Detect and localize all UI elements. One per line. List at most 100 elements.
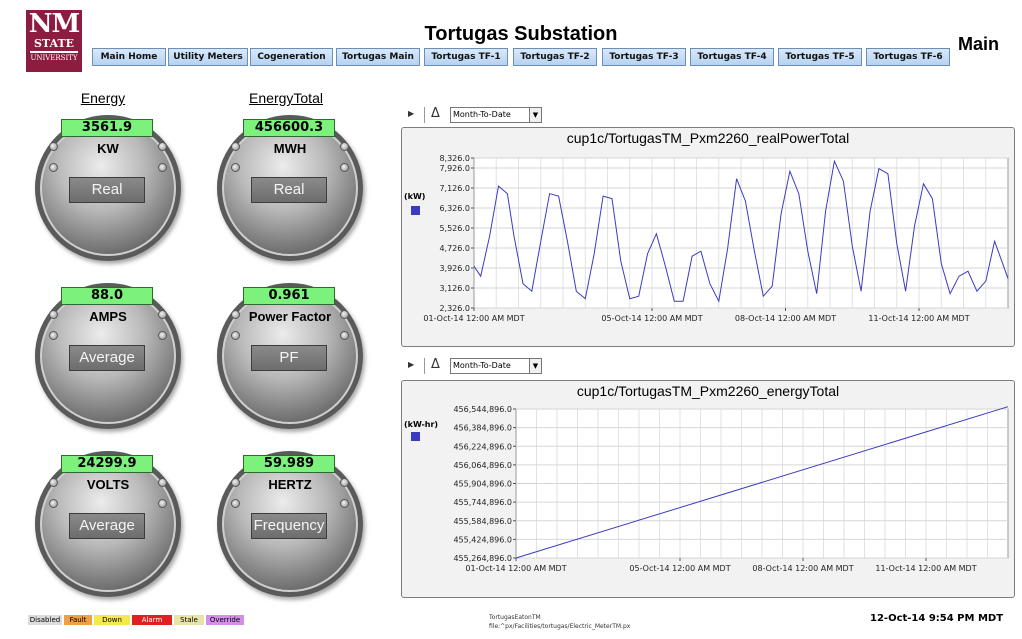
meter-readout: 0.961 [243,287,335,305]
meter-plate: Frequency [251,513,327,539]
y-tick-label: 7,126.0 [439,184,470,193]
x-tick-label: 08-Oct-14 12:00 AM MDT [735,314,836,323]
energy-total-column-heading: EnergyTotal [249,90,323,106]
x-tick-label: 05-Oct-14 12:00 AM MDT [601,314,702,323]
y-tick-label: 3,126.0 [439,284,470,293]
meter-readout: 24299.9 [61,455,153,473]
screw-icon [158,163,167,172]
y-tick-label: 455,424,896.0 [453,535,512,544]
real-power-plot: 2,326.0 3,126.0 3,926.0 4,726.0 5,526.0 6,326… [423,154,1009,323]
page-title: Tortugas Substation [424,23,618,45]
y-tick-label: 456,384,896.0 [453,424,512,433]
play-icon[interactable]: ▶ [408,109,414,118]
chevron-down-icon[interactable]: ▼ [529,359,541,373]
screw-icon [231,310,240,319]
screw-icon [49,499,58,508]
screw-icon [49,331,58,340]
y-tick-label: 456,224,896.0 [453,442,512,451]
status-disabled: Disabled [28,615,62,625]
nav-tortugas-tf5[interactable]: Tortugas TF-5 [778,48,862,66]
y-tick-label: 455,744,896.0 [453,498,512,507]
chart2-range-value: Month-To-Date [453,361,511,370]
timestamp: 12-Oct-14 9:54 PM MDT [870,613,1004,624]
status-down: Down [94,615,130,625]
screw-icon [231,331,240,340]
screw-icon [231,478,240,487]
screw-icon [231,163,240,172]
footer-file-path: file:^px/Facilities/tortugas/Electric_Me… [489,623,631,630]
delta-icon[interactable]: Δ [431,357,440,372]
nav-tortugas-tf6[interactable]: Tortugas TF-6 [866,48,950,66]
screw-icon [340,331,349,340]
screw-icon [340,499,349,508]
screw-icon [49,163,58,172]
y-tick-label: 2,326.0 [439,304,470,313]
chart2-controls: ▶ Δ Month-To-Date ▼ [408,357,548,374]
nav-tortugas-tf2[interactable]: Tortugas TF-2 [513,48,597,66]
x-tick-label: 11-Oct-14 12:00 AM MDT [875,564,976,573]
chart1-controls: ▶ Δ Month-To-Date ▼ [408,106,548,123]
screw-icon [340,310,349,319]
meter-plate: Average [69,345,145,371]
y-tick-label: 455,904,896.0 [453,480,512,489]
status-alarm: Alarm [132,615,172,625]
energy-total-chart: cup1c/TortugasTM_Pxm2260_energyTotal (kW… [401,380,1015,598]
screw-icon [340,142,349,151]
x-tick-label: 08-Oct-14 12:00 AM MDT [752,564,853,573]
x-tick-label: 11-Oct-14 12:00 AM MDT [868,314,969,323]
x-tick-label: 01-Oct-14 12:00 AM MDT [423,314,524,323]
y-tick-label: 3,926.0 [439,264,470,273]
screw-icon [340,163,349,172]
screw-icon [340,478,349,487]
meter-readout: 59.989 [243,455,335,473]
x-tick-label: 01-Oct-14 12:00 AM MDT [465,564,566,573]
mwh-meter: 456600.3 MWH Real [217,115,363,261]
nav-tortugas-tf3[interactable]: Tortugas TF-3 [602,48,686,66]
screw-icon [231,142,240,151]
meter-plate: Average [69,513,145,539]
meter-readout: 88.0 [61,287,153,305]
screw-icon [158,331,167,340]
meter-plate: PF [251,345,327,371]
meter-unit: HERTZ [268,477,312,492]
chart2-range-select[interactable]: Month-To-Date ▼ [450,358,542,374]
screw-icon [158,499,167,508]
nav-cogeneration[interactable]: Cogeneration [250,48,333,66]
chevron-down-icon[interactable]: ▼ [529,108,541,122]
kw-meter: 3561.9 KW Real [35,115,181,261]
meter-unit: VOLTS [86,477,130,492]
meter-unit: AMPS [89,309,127,324]
footer-station-name: TortugasEatonTM [489,614,541,621]
nav-tortugas-main[interactable]: Tortugas Main [336,48,420,66]
y-tick-label: 455,264,896.0 [453,554,512,563]
screw-icon [49,478,58,487]
y-tick-label: 8,326.0 [439,154,470,163]
amps-meter: 88.0 AMPS Average [35,283,181,429]
screw-icon [158,142,167,151]
meter-plate: Real [251,177,327,203]
meter-plate: Real [69,177,145,203]
y-tick-label: 6,326.0 [439,204,470,213]
meter-unit: KW [97,141,119,156]
nav-tortugas-tf1[interactable]: Tortugas TF-1 [424,48,508,66]
y-tick-label: 7,926.0 [439,164,470,173]
y-tick-label: 456,064,896.0 [453,461,512,470]
nav-tortugas-tf4[interactable]: Tortugas TF-4 [690,48,774,66]
nav-utility-meters[interactable]: Utility Meters [168,48,248,66]
energy-total-plot: 455,264,896.0 455,424,896.0 455,584,896.0 4… [453,405,1009,573]
chart1-range-select[interactable]: Month-To-Date ▼ [450,107,542,123]
x-tick-label: 05-Oct-14 12:00 AM MDT [629,564,730,573]
delta-icon[interactable]: Δ [431,106,440,121]
view-label: Main [958,34,1000,54]
meter-unit: Power Factor [248,309,332,324]
energy-column-heading: Energy [80,90,126,106]
nav-main-home[interactable]: Main Home [92,48,166,66]
footer-file-info: TortugasEatonTM file:^px/Facilities/tort… [489,613,630,631]
screw-icon [49,310,58,319]
hertz-meter: 59.989 HERTZ Frequency [217,451,363,597]
screw-icon [231,499,240,508]
y-tick-label: 4,726.0 [439,244,470,253]
status-stale: Stale [174,615,204,625]
status-override: Override [206,615,244,625]
play-icon[interactable]: ▶ [408,360,414,369]
